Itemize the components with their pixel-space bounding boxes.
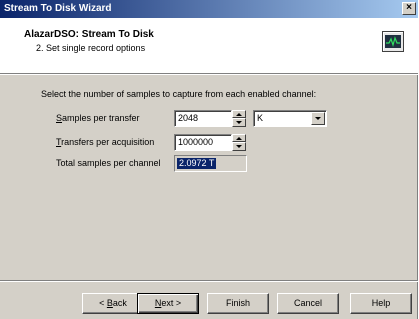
arrow-down-icon — [236, 121, 242, 124]
arrow-up-icon — [236, 113, 242, 116]
close-icon: × — [406, 2, 412, 13]
spin-down-button[interactable] — [232, 142, 246, 151]
samples-per-transfer-spinner[interactable] — [232, 110, 246, 127]
close-button[interactable]: × — [402, 2, 416, 15]
total-samples-label: Total samples per channel — [56, 158, 161, 168]
arrow-down-icon — [236, 145, 242, 148]
wizard-window: Stream To Disk Wizard × AlazarDSO: Strea… — [0, 0, 418, 319]
chevron-down-icon — [315, 117, 321, 120]
step-subtitle: 2. Set single record options — [36, 43, 146, 53]
unit-select[interactable]: K — [253, 110, 327, 127]
instruction-text: Select the number of samples to capture … — [41, 89, 317, 99]
samples-per-transfer-input[interactable]: 2048 — [174, 110, 232, 127]
window-title: Stream To Disk Wizard — [4, 3, 112, 14]
transfers-per-acquisition-spinner[interactable] — [232, 134, 246, 151]
total-samples-value: 2.0972 T — [177, 158, 217, 169]
next-button[interactable]: Next > — [137, 293, 199, 314]
header-title: AlazarDSO: Stream To Disk — [24, 29, 154, 40]
footer-divider — [0, 280, 418, 282]
transfers-per-acquisition-value: 1000000 — [178, 137, 214, 147]
arrow-up-icon — [236, 137, 242, 140]
cancel-button[interactable]: Cancel — [277, 293, 339, 314]
finish-button[interactable]: Finish — [207, 293, 269, 314]
unit-dropdown-button[interactable] — [311, 112, 325, 125]
total-samples-field[interactable]: 2.0972 T — [174, 155, 247, 172]
spin-up-button[interactable] — [232, 110, 246, 118]
help-button[interactable]: Help — [350, 293, 412, 314]
spin-up-button[interactable] — [232, 134, 246, 142]
oscilloscope-icon — [382, 31, 404, 52]
back-button[interactable]: < Back — [82, 293, 144, 314]
wizard-header: AlazarDSO: Stream To Disk 2. Set single … — [0, 18, 418, 73]
transfers-per-acquisition-input[interactable]: 1000000 — [174, 134, 232, 151]
header-divider — [0, 73, 418, 75]
transfers-per-acquisition-label: Transfers per acquisition — [56, 137, 155, 147]
spin-down-button[interactable] — [232, 118, 246, 127]
title-bar[interactable]: Stream To Disk Wizard × — [0, 0, 418, 18]
samples-per-transfer-value: 2048 — [178, 113, 199, 123]
unit-select-value: K — [257, 113, 264, 123]
samples-per-transfer-label: Samples per transfer — [56, 113, 140, 123]
